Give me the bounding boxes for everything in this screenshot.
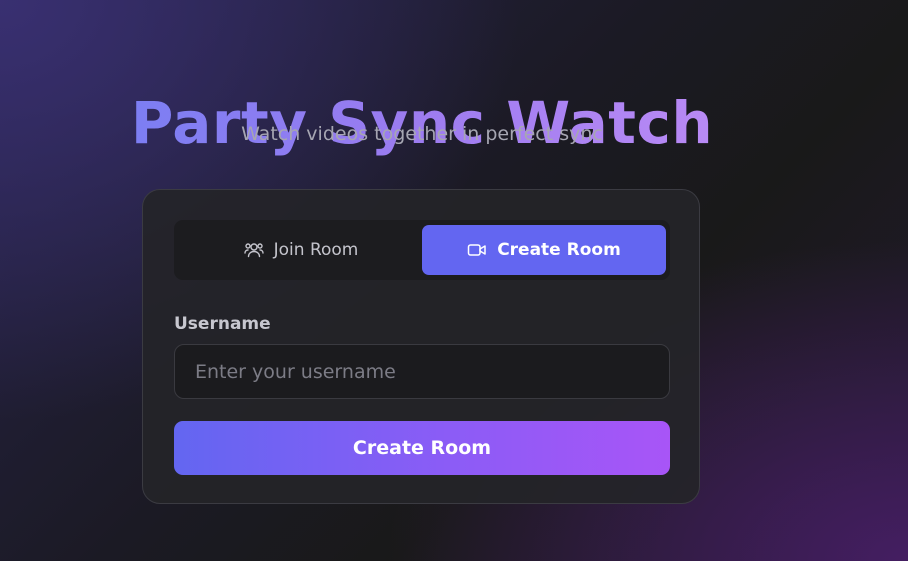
video-camera-icon <box>467 241 487 259</box>
users-icon <box>243 241 264 259</box>
tab-create-room-label: Create Room <box>497 240 621 260</box>
tab-create-room[interactable]: Create Room <box>422 225 666 275</box>
tab-join-room-label: Join Room <box>273 240 359 260</box>
create-room-button[interactable]: Create Room <box>174 421 670 475</box>
room-card: Join Room Create Room Username Create Ro… <box>142 189 700 504</box>
room-mode-tabs: Join Room Create Room <box>174 220 670 280</box>
tab-join-room[interactable]: Join Room <box>179 225 423 275</box>
username-label: Username <box>174 314 271 334</box>
app-subtitle: Watch videos together in perfect sync <box>241 123 603 145</box>
username-input[interactable] <box>174 344 670 399</box>
